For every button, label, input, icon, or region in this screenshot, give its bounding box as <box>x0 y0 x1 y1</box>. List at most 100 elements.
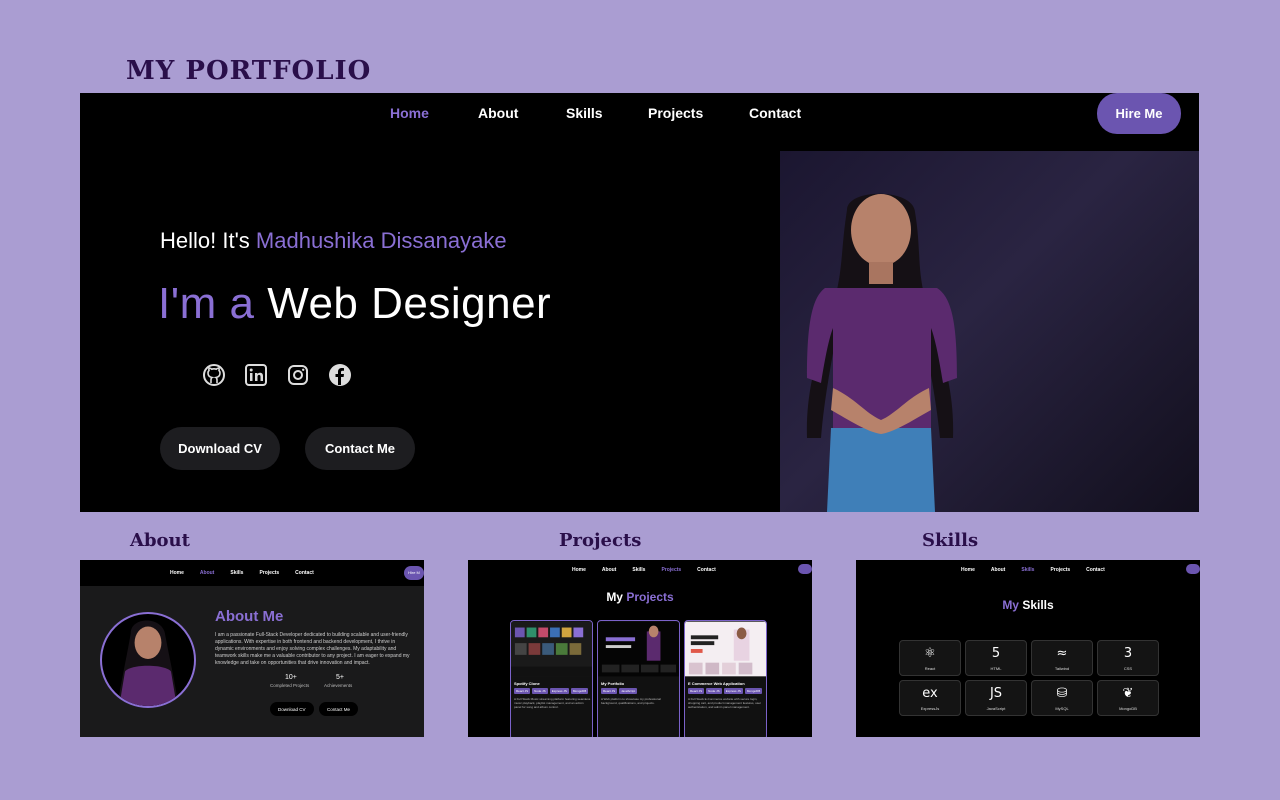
project-tag: Node JS <box>532 688 548 694</box>
main-nav: Home About Skills Projects Contact Hire … <box>80 93 1199 135</box>
mini-nav-home[interactable]: Home <box>961 567 975 573</box>
skill-javascript[interactable]: JS JavaScript <box>965 680 1027 716</box>
mini-nav-skills[interactable]: Skills <box>632 567 645 573</box>
hire-me-button[interactable]: Hire Me <box>1097 93 1181 134</box>
skill-label: MySQL <box>1055 706 1069 711</box>
skill-mysql[interactable]: ⛁ MySQL <box>1031 680 1093 716</box>
about-title: About Me <box>215 608 284 625</box>
skill-react[interactable]: ⚛ React <box>899 640 961 676</box>
about-contact-button[interactable]: Contact Me <box>319 702 359 716</box>
greeting-text: Hello! It's <box>160 228 256 253</box>
facebook-icon[interactable] <box>328 363 352 387</box>
project-description: A Full Stack Music streaming platform fe… <box>514 697 591 709</box>
mini-nav-contact[interactable]: Contact <box>295 570 314 576</box>
social-links <box>202 363 352 387</box>
mini-nav-home[interactable]: Home <box>170 570 184 576</box>
skills-grid: ⚛ React 5 HTML ≈ Tailwind 3 CSS ex ExpressJs … <box>899 640 1159 716</box>
project-tag: Node JS <box>706 688 722 694</box>
mini-nav-about[interactable]: About <box>602 567 616 573</box>
contact-me-button[interactable]: Contact Me <box>305 427 415 470</box>
mini-nav-skills[interactable]: Skills <box>1021 567 1034 573</box>
skills-label: Skills <box>922 530 979 551</box>
skill-label: JavaScript <box>986 706 1006 711</box>
stat-projects-label: Completed Projects <box>270 683 310 688</box>
skill-label: Tailwind <box>1054 666 1070 671</box>
about-mini-nav: Home About Skills Projects Contact <box>170 570 314 576</box>
mini-nav-projects[interactable]: Projects <box>1050 567 1070 573</box>
skills-heading-word: Skills <box>1022 598 1054 612</box>
mini-nav-projects[interactable]: Projects <box>259 570 279 576</box>
hero-greeting: Hello! It's Madhushika Dissanayake <box>160 228 507 254</box>
project-tag: JavaScript <box>619 688 638 694</box>
projects-label: Projects <box>559 530 642 551</box>
mini-nav-home[interactable]: Home <box>572 567 586 573</box>
about-screenshot: Home About Skills Projects Contact Hire … <box>80 560 424 737</box>
nav-skills[interactable]: Skills <box>566 105 603 121</box>
project-tag: React JS <box>688 688 705 694</box>
projects-heading-my: My <box>606 590 627 604</box>
nav-about[interactable]: About <box>478 105 518 121</box>
skill-expressjs[interactable]: ex ExpressJs <box>899 680 961 716</box>
nav-home[interactable]: Home <box>390 105 429 121</box>
headline-role: Web Designer <box>267 279 552 328</box>
mini-nav-about[interactable]: About <box>991 567 1005 573</box>
project-card[interactable]: Spotify Clone React JS Node JS Express J… <box>510 620 593 737</box>
project-card[interactable]: My Portfolio React JS JavaScript A Web p… <box>597 620 680 737</box>
mini-nav-about[interactable]: About <box>200 570 214 576</box>
about-download-cv-button[interactable]: Download CV <box>270 702 314 716</box>
hero-name: Madhushika Dissanayake <box>255 228 507 253</box>
html5-icon: 5 <box>991 646 1001 661</box>
project-tag: React JS <box>514 688 531 694</box>
skill-html[interactable]: 5 HTML <box>965 640 1027 676</box>
skill-label: ExpressJs <box>920 706 940 711</box>
hero-headline: I'm a Web Designer <box>158 279 551 329</box>
skill-label: React <box>924 666 936 671</box>
skills-heading-my: My <box>1002 598 1023 612</box>
page-title: MY PORTFOLIO <box>126 56 372 86</box>
project-thumbnail <box>598 621 679 677</box>
project-description: A Full Stack E-Commerce website with sec… <box>688 697 762 709</box>
skill-css[interactable]: 3 CSS <box>1097 640 1159 676</box>
project-tag: MongoDB <box>570 688 589 694</box>
tailwind-icon: ≈ <box>1056 646 1068 661</box>
skill-tailwind[interactable]: ≈ Tailwind <box>1031 640 1093 676</box>
headline-prefix: I'm a <box>158 279 268 328</box>
stat-achievements-label: Achievements <box>324 683 353 688</box>
mini-hire-button[interactable] <box>1186 564 1200 574</box>
mini-nav-skills[interactable]: Skills <box>230 570 243 576</box>
about-avatar-image <box>117 620 179 706</box>
mini-nav-projects[interactable]: Projects <box>661 567 681 573</box>
nav-contact[interactable]: Contact <box>749 105 801 121</box>
about-label: About <box>130 530 190 551</box>
project-tag: React JS <box>601 688 618 694</box>
project-tag: MongoDB <box>744 688 763 694</box>
project-title: E Commerce Web Application <box>688 681 745 686</box>
mini-hire-button[interactable] <box>798 564 812 574</box>
stat-achievements-number: 5+ <box>336 674 344 681</box>
linkedin-icon[interactable] <box>244 363 268 387</box>
project-card[interactable]: E Commerce Web Application React JS Node… <box>684 620 767 737</box>
skill-label: CSS <box>1123 666 1133 671</box>
mini-nav-contact[interactable]: Contact <box>1086 567 1105 573</box>
mongodb-leaf-icon: ❦ <box>1122 686 1134 701</box>
css3-icon: 3 <box>1123 646 1133 661</box>
github-icon[interactable] <box>202 363 226 387</box>
skill-mongodb[interactable]: ❦ MongoDB <box>1097 680 1159 716</box>
project-tag: Express JS <box>723 688 743 694</box>
stat-projects-number: 10+ <box>285 674 297 681</box>
react-icon: ⚛ <box>924 646 936 661</box>
nav-projects[interactable]: Projects <box>648 105 703 121</box>
project-tags: React JS JavaScript <box>601 688 638 694</box>
about-description: I am a passionate Full-Stack Developer d… <box>215 632 410 666</box>
mini-hire-button[interactable]: Hire M <box>404 566 424 580</box>
download-cv-button[interactable]: Download CV <box>160 427 280 470</box>
projects-heading-accent: Projects <box>626 590 674 604</box>
project-description: A Web platform to showcase my profession… <box>601 697 661 705</box>
project-tags: React JS Node JS Express JS MongoDB <box>514 688 589 694</box>
about-section: About Me I am a passionate Full-Stack De… <box>80 586 424 737</box>
mini-nav-contact[interactable]: Contact <box>697 567 716 573</box>
instagram-icon[interactable] <box>286 363 310 387</box>
skill-label: HTML <box>990 666 1002 671</box>
project-title: Spotify Clone <box>514 681 540 686</box>
hero-screenshot: Home About Skills Projects Contact Hire … <box>80 93 1199 512</box>
